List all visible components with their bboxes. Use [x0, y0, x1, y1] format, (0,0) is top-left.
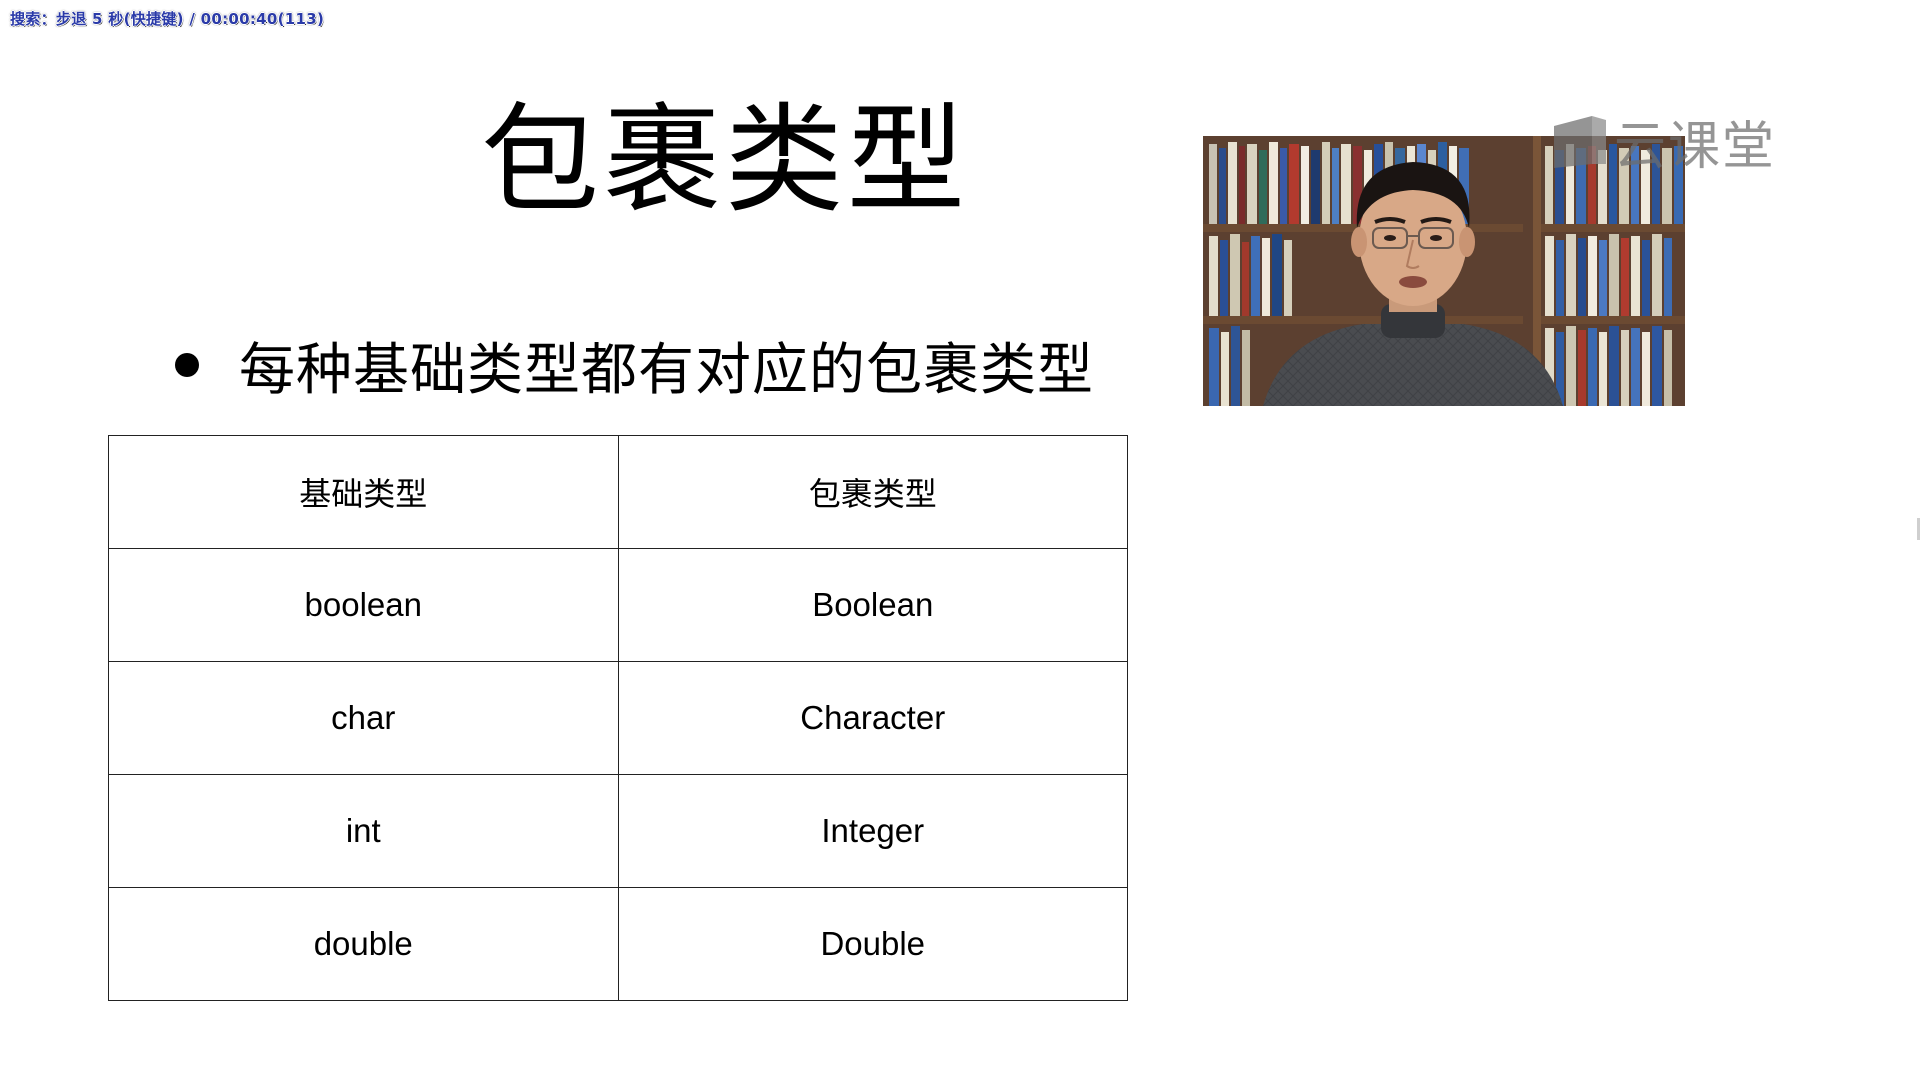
- player-status-overlay: 搜索：步退 5 秒(快捷键) / 00:00:40(113): [10, 10, 325, 28]
- watermark-brand-text: 云课堂: [1614, 117, 1777, 177]
- cell-wrapper: Boolean: [617, 548, 1128, 662]
- table-row: double Double: [108, 887, 1128, 1001]
- table-row: int Integer: [108, 774, 1128, 888]
- cell-primitive: boolean: [108, 548, 619, 662]
- cell-primitive: char: [108, 661, 619, 775]
- cell-primitive: int: [108, 774, 619, 888]
- bullet-text: 每种基础类型都有对应的包裹类型: [239, 337, 1094, 403]
- bullet-point: 每种基础类型都有对应的包裹类型: [175, 330, 1094, 403]
- cell-wrapper: Integer: [617, 774, 1128, 888]
- cell-primitive: double: [108, 887, 619, 1001]
- bullet-dot-icon: [175, 353, 199, 377]
- slide-title: 包裹类型: [480, 91, 969, 229]
- cell-wrapper: Character: [617, 661, 1128, 775]
- table-header-row: 基础类型 包裹类型: [108, 435, 1128, 549]
- header-primitive-type: 基础类型: [108, 435, 619, 549]
- table-row: char Character: [108, 661, 1128, 775]
- cloud-classroom-logo-icon: [1554, 115, 1606, 168]
- table-row: boolean Boolean: [108, 548, 1128, 662]
- video-player-frame: 搜索：步退 5 秒(快捷键) / 00:00:40(113) 包裹类型 每种基础…: [0, 0, 1920, 1080]
- watermark-logo: 云课堂: [1552, 104, 1776, 179]
- cell-wrapper: Double: [617, 887, 1128, 1001]
- type-mapping-table: 基础类型 包裹类型 boolean Boolean char Character…: [108, 435, 1128, 1001]
- header-wrapper-type: 包裹类型: [617, 435, 1128, 549]
